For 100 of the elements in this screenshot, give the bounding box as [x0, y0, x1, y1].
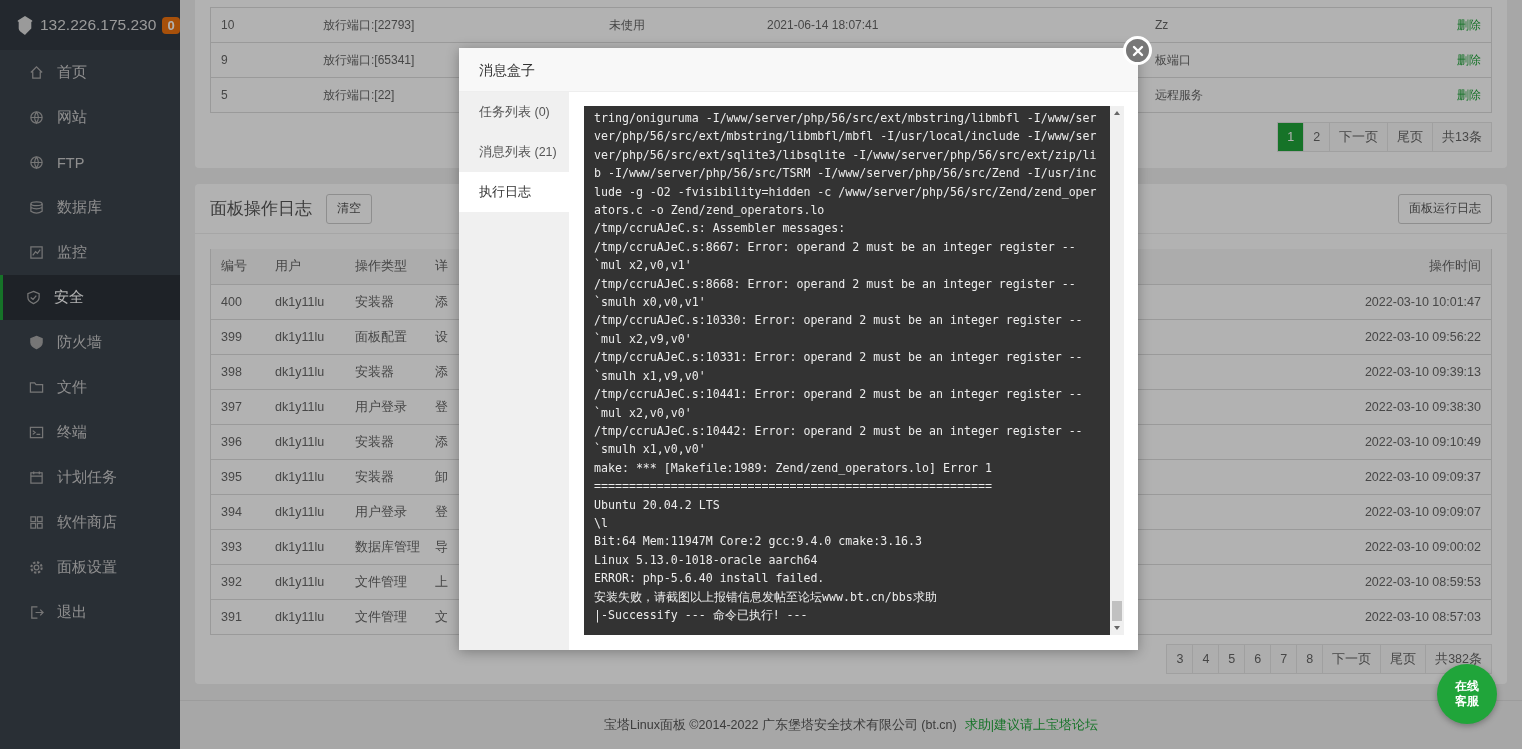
- scrollbar[interactable]: [1110, 106, 1124, 635]
- sidebar-item[interactable]: 数据库: [0, 185, 180, 230]
- table-cell: 2022-03-10 09:09:37: [1364, 470, 1481, 484]
- table-cell-text: 安装器: [355, 433, 395, 451]
- column-header: 编号: [220, 258, 248, 275]
- table-cell-text: dk1y11lu: [275, 540, 326, 554]
- table-cell-text: 未使用: [609, 16, 646, 34]
- sidebar-item[interactable]: FTP: [0, 140, 180, 185]
- table-cell-text: dk1y11lu: [275, 505, 326, 519]
- column-header: 用户: [275, 258, 302, 275]
- log-line: `smulh x1,v0,v0': [594, 441, 707, 459]
- table-cell-text: 安装器: [355, 293, 395, 311]
- log-line: `mul x2,v0,v0': [594, 404, 693, 422]
- table-cell-text: 卸: [435, 468, 449, 486]
- table-cell-text: 添: [435, 293, 449, 311]
- table-cell-text: 2021-06-14 18:07:41: [767, 18, 880, 32]
- table-cell: 2022-03-10 09:00:02: [1364, 540, 1481, 554]
- page-button[interactable]: 6: [1244, 644, 1272, 674]
- delete-link[interactable]: 删除: [1457, 51, 1481, 69]
- page-button[interactable]: 4: [1192, 644, 1220, 674]
- clear-button[interactable]: 清空: [326, 193, 372, 224]
- table-cell: 2022-03-10 09:38:30: [1364, 400, 1481, 414]
- log-line: `smulh x1,v9,v0': [594, 367, 707, 385]
- sidebar-item[interactable]: 首页: [0, 50, 180, 95]
- delete-link[interactable]: 删除: [1457, 86, 1481, 104]
- table-cell-text: 5: [220, 88, 229, 102]
- page-button[interactable]: 3: [1166, 644, 1194, 674]
- grid-icon: [29, 515, 44, 530]
- log-line: /tmp/ccruAJeC.s:10331: Error: operand 2 must be an integer register --: [594, 349, 1084, 367]
- sidebar-item[interactable]: 监控: [0, 230, 180, 275]
- table-cell-text: 392: [220, 575, 243, 589]
- page-button[interactable]: 7: [1270, 644, 1298, 674]
- calendar-icon: [29, 470, 44, 485]
- last-page-button[interactable]: 尾页: [1380, 644, 1427, 674]
- table-cell-text: dk1y11lu: [275, 470, 326, 484]
- table-cell: 2022-03-10 09:09:07: [1364, 505, 1481, 519]
- shield-icon: [26, 290, 41, 305]
- gear-icon: [29, 560, 44, 575]
- logo-icon: [16, 15, 34, 35]
- page-button[interactable]: 2: [1303, 122, 1331, 152]
- card-title: 面板操作日志: [210, 197, 312, 219]
- sidebar-item[interactable]: 退出: [0, 590, 180, 635]
- total-count: 共13条: [1432, 122, 1492, 152]
- notification-badge[interactable]: 0: [162, 16, 180, 34]
- sidebar-item[interactable]: 终端: [0, 410, 180, 455]
- table-cell-text: 9: [220, 53, 229, 67]
- table-cell-text: 文件管理: [355, 573, 408, 591]
- exit-icon: [29, 605, 44, 620]
- page-button[interactable]: 1: [1277, 122, 1305, 152]
- sidebar-item[interactable]: 面板设置: [0, 545, 180, 590]
- forum-link[interactable]: 求助|建议请上宝塔论坛: [964, 716, 1098, 734]
- dialog-tab[interactable]: 任务列表 (0): [459, 92, 569, 132]
- log-line: `smulh x0,v0,v1': [594, 294, 707, 312]
- table-cell-text: dk1y11lu: [275, 575, 326, 589]
- table-cell-text: 399: [220, 330, 243, 344]
- last-page-button[interactable]: 尾页: [1387, 122, 1434, 152]
- column-header: 操作时间: [1429, 258, 1481, 275]
- table-cell-text: 放行端口:[22]: [323, 86, 396, 104]
- table-cell-text: dk1y11lu: [275, 400, 326, 414]
- globe-icon: [29, 110, 44, 125]
- column-header: 操作类型: [355, 258, 408, 275]
- table-cell-text: 导: [435, 538, 449, 556]
- firewall-icon: [29, 335, 44, 350]
- database-icon: [29, 200, 44, 215]
- run-log-button[interactable]: 面板运行日志: [1398, 193, 1492, 224]
- page-button[interactable]: 5: [1218, 644, 1246, 674]
- table-cell-text: 面板配置: [355, 328, 408, 346]
- table-cell-text: 登: [435, 398, 449, 416]
- dialog-tab[interactable]: 执行日志: [459, 172, 569, 212]
- sidebar-item[interactable]: 安全: [0, 275, 180, 320]
- log-line: \l: [594, 514, 609, 532]
- table-cell-text: 添: [435, 363, 449, 381]
- table-cell: 板端口: [1155, 51, 1191, 69]
- sidebar-item[interactable]: 网站: [0, 95, 180, 140]
- sidebar-item[interactable]: 计划任务: [0, 455, 180, 500]
- table-cell: 2022-03-10 09:56:22: [1364, 330, 1481, 344]
- delete-link[interactable]: 删除: [1457, 16, 1481, 34]
- table-cell-text: 393: [220, 540, 243, 554]
- log-line: Ubuntu 20.04.2 LTS: [594, 496, 721, 514]
- folder-icon: [29, 380, 44, 395]
- table-cell-text: 397: [220, 400, 243, 414]
- table-cell: 2022-03-10 08:57:03: [1364, 610, 1481, 624]
- page-button[interactable]: 8: [1296, 644, 1324, 674]
- column-header: 详: [435, 258, 449, 275]
- sidebar-item[interactable]: 软件商店: [0, 500, 180, 545]
- log-line: /tmp/ccruAJeC.s:10330: Error: operand 2 must be an integer register --: [594, 312, 1084, 330]
- dialog-tab[interactable]: 消息列表 (21): [459, 132, 569, 172]
- table-cell-text: 上: [435, 573, 449, 591]
- terminal-icon: [29, 425, 44, 440]
- table-cell-text: 数据库管理: [355, 538, 421, 556]
- table-cell-text: dk1y11lu: [275, 295, 326, 309]
- server-address: 132.226.175.230: [40, 16, 157, 34]
- sidebar-item[interactable]: 文件: [0, 365, 180, 410]
- table-cell-text: 398: [220, 365, 243, 379]
- sidebar-item[interactable]: 防火墙: [0, 320, 180, 365]
- table-cell-text: dk1y11lu: [275, 330, 326, 344]
- log-line: make: *** [Makefile:1989: Zend/zend_operators.lo] Error 1: [594, 459, 993, 477]
- table-cell-text: 用户登录: [355, 503, 408, 521]
- log-line: /tmp/ccruAJeC.s:8668: Error: operand 2 must be an integer register --: [594, 275, 1077, 293]
- table-cell-text: 登: [435, 503, 449, 521]
